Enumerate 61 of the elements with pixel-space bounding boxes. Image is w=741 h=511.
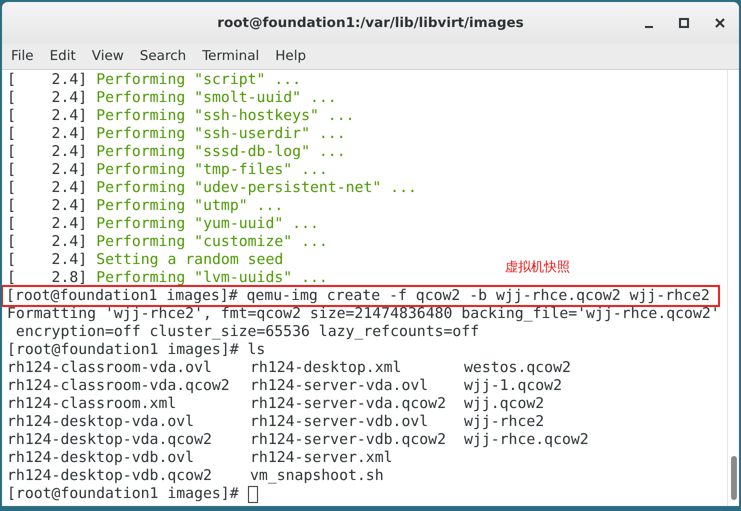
timestamp: [ 2.4] <box>7 251 88 269</box>
boot-message: Setting a random seed <box>96 251 284 269</box>
maximize-icon[interactable] <box>679 18 689 28</box>
file-name: rh124-server-vda.ovl <box>250 377 428 394</box>
file-name: rh124-desktop-vdb.ovl <box>7 449 194 466</box>
command-line: [root@foundation1 images]# ls <box>7 341 266 359</box>
boot-message: Performing "lvm-uuids" ... <box>96 269 328 287</box>
boot-message: Performing "tmp-files" ... <box>96 161 328 179</box>
boot-message: Performing "script" ... <box>96 71 302 89</box>
menu-item[interactable]: File <box>11 46 34 67</box>
menu-item[interactable]: Search <box>140 46 186 67</box>
scrollbar[interactable] <box>727 70 739 506</box>
close-icon[interactable] <box>715 18 725 28</box>
timestamp: [ 2.4] <box>7 215 88 233</box>
boot-message: Performing "yum-uuid" ... <box>96 215 319 233</box>
file-name: rh124-server-vda.qcow2 <box>250 395 446 412</box>
boot-message: Performing "utmp" ... <box>96 197 284 215</box>
file-name: rh124-desktop-vda.qcow2 <box>7 431 212 448</box>
command-line: [root@foundation1 images]# qemu-img create -f qcow2 -b wjj-rhce.qcow2 wjj-rhce2 <box>3 287 718 305</box>
file-name: wjj.qcow2 <box>464 395 544 412</box>
cursor <box>248 486 258 502</box>
menu-item[interactable]: Terminal <box>202 46 260 67</box>
timestamp: [ 2.4] <box>7 71 88 89</box>
menu-item[interactable]: Help <box>275 46 306 67</box>
timestamp: [ 2.4] <box>7 197 88 215</box>
boot-message: Performing "ssh-hostkeys" ... <box>96 107 355 125</box>
scrollbar-thumb[interactable] <box>731 456 737 500</box>
timestamp: [ 2.4] <box>7 107 88 125</box>
boot-message: Performing "udev-persistent-net" ... <box>96 179 417 197</box>
file-name: rh124-desktop-vdb.qcow2 <box>7 467 212 484</box>
file-name: wjj-rhce2 <box>464 413 544 430</box>
boot-message: Performing "sssd-db-log" ... <box>96 143 346 161</box>
boot-message: Performing "ssh-userdir" ... <box>96 125 346 143</box>
menu-item[interactable]: Edit <box>50 46 76 67</box>
file-name: rh124-server-vdb.ovl <box>250 413 428 430</box>
output-line: encryption=off cluster_size=65536 lazy_refcounts=off <box>14 323 480 340</box>
timestamp: [ 2.4] <box>7 89 88 107</box>
file-name: rh124-server.xml <box>250 449 393 466</box>
timestamp: [ 2.4] <box>7 125 88 143</box>
output-line: Formatting 'wjj-rhce2', fmt=qcow2 size=21474836480 backing_file='wjj-rhce.qcow2' <box>7 305 720 322</box>
boot-message: Performing "customize" ... <box>96 233 328 251</box>
file-name: westos.qcow2 <box>464 359 571 376</box>
file-name: rh124-server-vdb.qcow2 <box>250 431 446 448</box>
menu-item[interactable]: View <box>92 46 124 67</box>
file-name: rh124-desktop-vda.ovl <box>7 413 194 430</box>
timestamp: [ 2.4] <box>7 179 88 197</box>
annotation: 虚拟机快照 <box>505 259 570 277</box>
timestamp: [ 2.4] <box>7 143 88 161</box>
file-name: wjj-1.qcow2 <box>464 377 562 394</box>
file-name: rh124-desktop.xml <box>250 359 402 376</box>
timestamp: [ 2.8] <box>7 269 88 287</box>
file-name: rh124-classroom-vda.ovl <box>7 359 212 376</box>
timestamp: [ 2.4] <box>7 233 88 251</box>
file-name: rh124-classroom-vda.qcow2 <box>7 377 230 394</box>
file-name: vm_snapshoot.sh <box>250 467 384 484</box>
timestamp: [ 2.4] <box>7 161 88 179</box>
boot-message: Performing "smolt-uuid" ... <box>96 89 337 107</box>
window-title: root@foundation1:/var/lib/libvirt/images <box>217 14 524 33</box>
file-name: rh124-classroom.xml <box>7 395 176 412</box>
prompt: [root@foundation1 images]# <box>7 485 239 503</box>
file-name: wjj-rhce.qcow2 <box>464 431 589 448</box>
